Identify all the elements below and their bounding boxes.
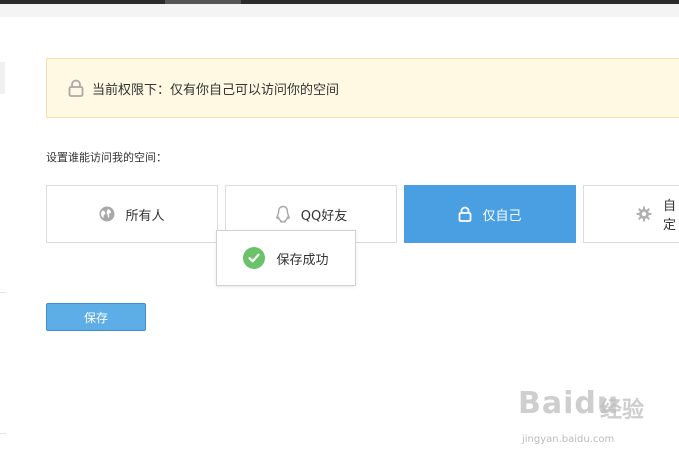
permission-notice: 当前权限下：仅有你自己可以访问你的空间: [46, 58, 679, 118]
qq-penguin-icon: [275, 205, 291, 223]
sub-bar: [0, 4, 679, 17]
section-label: 设置谁能访问我的空间：: [46, 151, 167, 164]
gear-icon: [636, 206, 652, 222]
option-label: QQ好友: [300, 208, 348, 224]
option-label: 所有人: [125, 208, 165, 224]
watermark-url: jingyan.baidu.com: [522, 434, 615, 445]
left-sidebar-divider: [0, 292, 6, 293]
left-sidebar-divider: [0, 433, 6, 434]
lock-icon: [458, 206, 472, 222]
toast-text: 保存成功: [276, 252, 329, 268]
option-only-me[interactable]: 仅自己: [404, 185, 576, 243]
check-circle-icon: [243, 247, 266, 269]
notice-text: 当前权限下：仅有你自己可以访问你的空间: [92, 82, 340, 98]
save-success-toast: 保存成功: [216, 230, 356, 286]
option-custom[interactable]: 自定: [583, 185, 679, 243]
option-label: 仅自己: [482, 208, 522, 224]
save-button[interactable]: 保存: [46, 303, 146, 331]
watermark-brand-cn: 经验: [600, 398, 645, 423]
lock-icon: [68, 79, 84, 97]
left-sidebar-edge: [0, 62, 5, 94]
globe-icon: [99, 206, 115, 222]
option-label: 自定: [663, 199, 677, 233]
baidu-jingyan-watermark: Baidu 经验 jingyan.baidu.com: [518, 386, 676, 454]
option-everyone[interactable]: 所有人: [46, 185, 218, 243]
